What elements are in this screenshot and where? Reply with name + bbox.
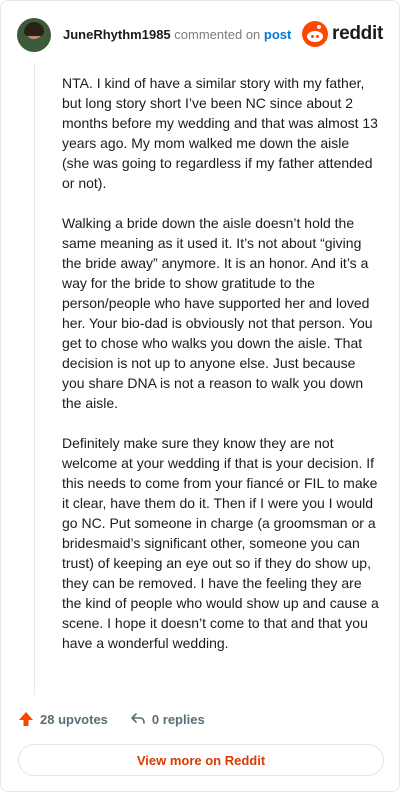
reddit-snoo-icon (302, 21, 329, 47)
brand-wordmark: reddit (332, 23, 383, 44)
reply-arrow-icon (131, 713, 145, 724)
reddit-logo[interactable]: reddit (302, 21, 383, 47)
upvotes-count: 28 upvotes (40, 711, 108, 727)
upvote-button[interactable]: 28 upvotes (18, 711, 108, 727)
upvote-arrow-icon (19, 712, 33, 726)
username[interactable]: JuneRhythm1985 (63, 27, 171, 42)
comment-paragraph: Definitely make sure they know they are … (62, 435, 379, 651)
comment-meta: JuneRhythm1985 commented on post (63, 27, 291, 43)
comment-body: NTA. I kind of have a similar story with… (62, 73, 380, 653)
thread-line (34, 63, 35, 695)
comment-header: JuneRhythm1985 commented on post reddit (17, 15, 383, 55)
avatar[interactable] (17, 18, 51, 52)
comment-actions: 28 upvotes 0 replies (18, 709, 227, 729)
post-link[interactable]: post (264, 27, 291, 42)
comment-paragraph: Walking a bride down the aisle doesn’t h… (62, 215, 373, 411)
view-more-button[interactable]: View more on Reddit (18, 744, 384, 776)
action-text: commented on (174, 27, 261, 42)
comment-card: JuneRhythm1985 commented on post reddit … (0, 0, 400, 792)
replies-count: 0 replies (151, 711, 205, 727)
comment-paragraph: NTA. I kind of have a similar story with… (62, 75, 378, 191)
replies-button[interactable]: 0 replies (130, 711, 205, 727)
